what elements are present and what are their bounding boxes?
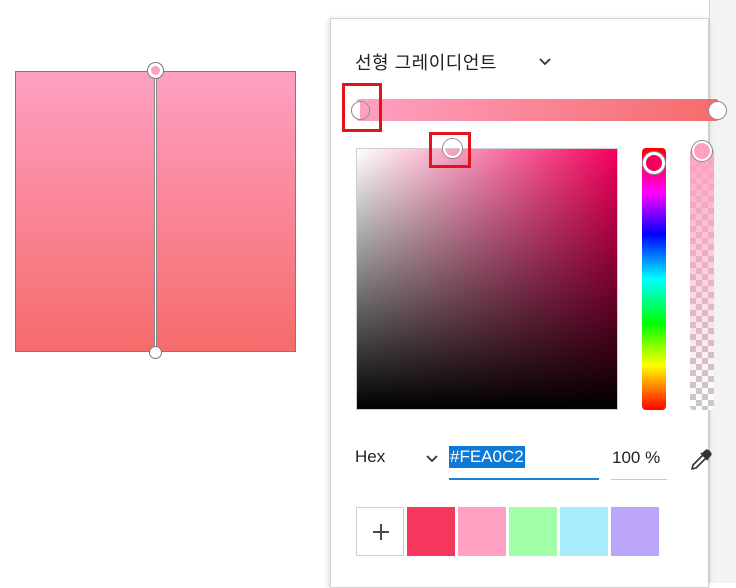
color-picker-panel: 선형 그레이디언트 Hex #FEA0C2 100 % [330, 18, 727, 588]
gradient-end-handle[interactable] [149, 346, 162, 359]
hue-slider[interactable] [642, 148, 666, 410]
eyedropper-icon[interactable] [688, 447, 714, 473]
swatch-green[interactable] [509, 507, 557, 556]
gradient-stops-slider[interactable] [357, 99, 718, 121]
swatch-purple[interactable] [611, 507, 659, 556]
opacity-input[interactable]: 100 % [611, 444, 667, 480]
add-swatch-button[interactable] [356, 507, 404, 556]
gradient-direction-line[interactable] [154, 71, 157, 352]
hue-slider-thumb[interactable] [643, 152, 665, 174]
swatch-cyan[interactable] [560, 507, 608, 556]
chevron-down-icon[interactable] [424, 450, 440, 466]
hex-input[interactable]: #FEA0C2 [449, 444, 599, 480]
gradient-type-label[interactable]: 선형 그레이디언트 [355, 49, 497, 75]
opacity-input-value: 100 % [612, 448, 661, 467]
color-format-select[interactable]: Hex [355, 447, 385, 467]
plus-icon-vertical [380, 524, 382, 540]
gradient-stop-end[interactable] [708, 101, 727, 120]
swatch-red[interactable] [407, 507, 455, 556]
highlight-box-gradient-stop [342, 83, 382, 132]
chevron-down-icon[interactable] [537, 53, 553, 69]
alpha-slider[interactable] [690, 148, 714, 410]
highlight-box-color-cursor [429, 132, 471, 168]
gradient-start-handle-fill [151, 66, 160, 75]
hex-input-value: #FEA0C2 [449, 446, 525, 468]
saturation-value-field[interactable] [356, 148, 618, 410]
swatch-pink[interactable] [458, 507, 506, 556]
alpha-slider-thumb[interactable] [692, 141, 712, 161]
gradient-start-handle[interactable] [147, 62, 164, 79]
